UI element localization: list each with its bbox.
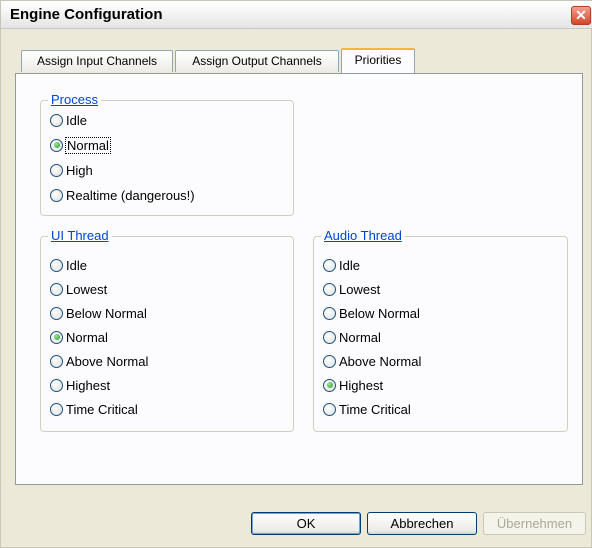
ui-thread-option-below-normal[interactable]: Below Normal [50,303,147,323]
radio-label: Realtime (dangerous!) [66,187,195,203]
audio-thread-option-lowest[interactable]: Lowest [323,279,380,299]
audio-thread-option-below-normal[interactable]: Below Normal [323,303,420,323]
radio-button[interactable] [50,282,63,296]
radio-button[interactable] [323,354,336,368]
radio-button[interactable] [323,282,336,296]
audio-thread-option-above-normal[interactable]: Above Normal [323,351,421,371]
ui-thread-group-title: UI Thread [48,228,112,244]
radio-label: Idle [66,112,87,128]
engine-configuration-dialog: Engine Configuration ✕ Assign Input Chan… [0,0,592,548]
priorities-panel: Process Idle Normal High Realtime (dange… [15,73,583,485]
tab-assign-output-channels[interactable]: Assign Output Channels [175,50,339,72]
radio-button[interactable] [323,258,336,272]
radio-label: Below Normal [339,305,420,321]
radio-button[interactable] [50,113,63,127]
audio-thread-option-highest[interactable]: Highest [323,375,383,395]
radio-label: Time Critical [339,401,411,417]
title-bar[interactable]: Engine Configuration ✕ [1,1,592,29]
audio-thread-option-idle[interactable]: Idle [323,255,360,275]
process-option-normal[interactable]: Normal [50,135,111,155]
tab-assign-input-channels[interactable]: Assign Input Channels [21,50,173,72]
radio-label: Normal [66,329,108,345]
ui-thread-title-text: UI Thread [51,228,109,243]
audio-thread-option-normal[interactable]: Normal [323,327,381,347]
radio-label: Below Normal [66,305,147,321]
radio-button[interactable] [50,163,63,177]
ui-thread-option-idle[interactable]: Idle [50,255,87,275]
audio-thread-option-time-critical[interactable]: Time Critical [323,399,411,419]
radio-button[interactable] [50,306,63,320]
radio-label: Lowest [339,281,381,297]
radio-label: Above Normal [66,353,149,369]
radio-button[interactable] [323,330,336,344]
ui-thread-option-highest[interactable]: Highest [50,375,110,395]
ui-thread-option-above-normal[interactable]: Above Normal [50,351,148,371]
ui-thread-option-lowest[interactable]: Lowest [50,279,107,299]
radio-label: Highest [66,377,111,393]
ok-button[interactable]: OK [251,512,361,535]
process-option-high[interactable]: High [50,160,93,180]
audio-thread-title-text: Audio Thread [324,228,402,243]
tab-priorities[interactable]: Priorities [341,48,415,73]
radio-label: High [66,162,93,178]
apply-button[interactable]: Übernehmen [483,512,586,535]
audio-thread-group-title: Audio Thread [321,228,405,244]
radio-label: Normal [65,136,111,154]
radio-label: Idle [66,257,87,273]
process-title-text: Process [51,92,98,107]
process-option-idle[interactable]: Idle [50,110,87,130]
ui-thread-option-normal[interactable]: Normal [50,327,108,347]
ui-thread-group: UI Thread Idle Lowest Below Normal Norma… [40,228,294,432]
radio-label: Lowest [66,281,108,297]
radio-button[interactable] [50,378,63,392]
cancel-button[interactable]: Abbrechen [367,512,477,535]
radio-button[interactable] [50,402,63,416]
radio-button[interactable] [50,188,63,202]
radio-button[interactable] [50,258,63,272]
process-group: Process Idle Normal High Realtime (dange… [40,92,294,216]
radio-label: Above Normal [339,353,422,369]
radio-label: Normal [339,329,381,345]
close-button[interactable]: ✕ [571,6,591,25]
audio-thread-group: Audio Thread Idle Lowest Below Normal No… [313,228,568,432]
window-title: Engine Configuration [10,6,163,23]
radio-label: Idle [339,257,360,273]
radio-button[interactable] [50,354,63,368]
process-option-realtime[interactable]: Realtime (dangerous!) [50,185,195,205]
radio-label: Highest [339,377,384,393]
ui-thread-option-time-critical[interactable]: Time Critical [50,399,138,419]
radio-button-checked[interactable] [50,330,63,344]
process-group-title: Process [48,92,101,108]
radio-label: Time Critical [66,401,138,417]
radio-button[interactable] [323,306,336,320]
radio-button-checked[interactable] [50,138,63,152]
radio-button-checked[interactable] [323,378,336,392]
radio-button[interactable] [323,402,336,416]
